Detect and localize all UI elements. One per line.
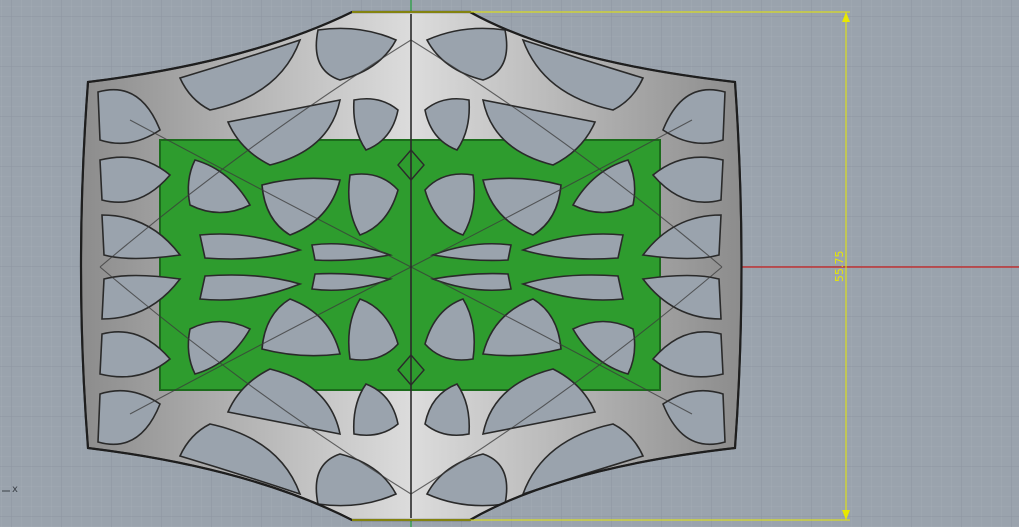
viewport-3d[interactable]: 55.75 x [0,0,1019,527]
scene-canvas[interactable]: 55.75 [0,0,1019,527]
axis-widget-x-label: x [12,484,18,495]
dimension-value-label[interactable]: 55.75 [833,251,846,283]
bracelet-model[interactable] [79,10,743,522]
